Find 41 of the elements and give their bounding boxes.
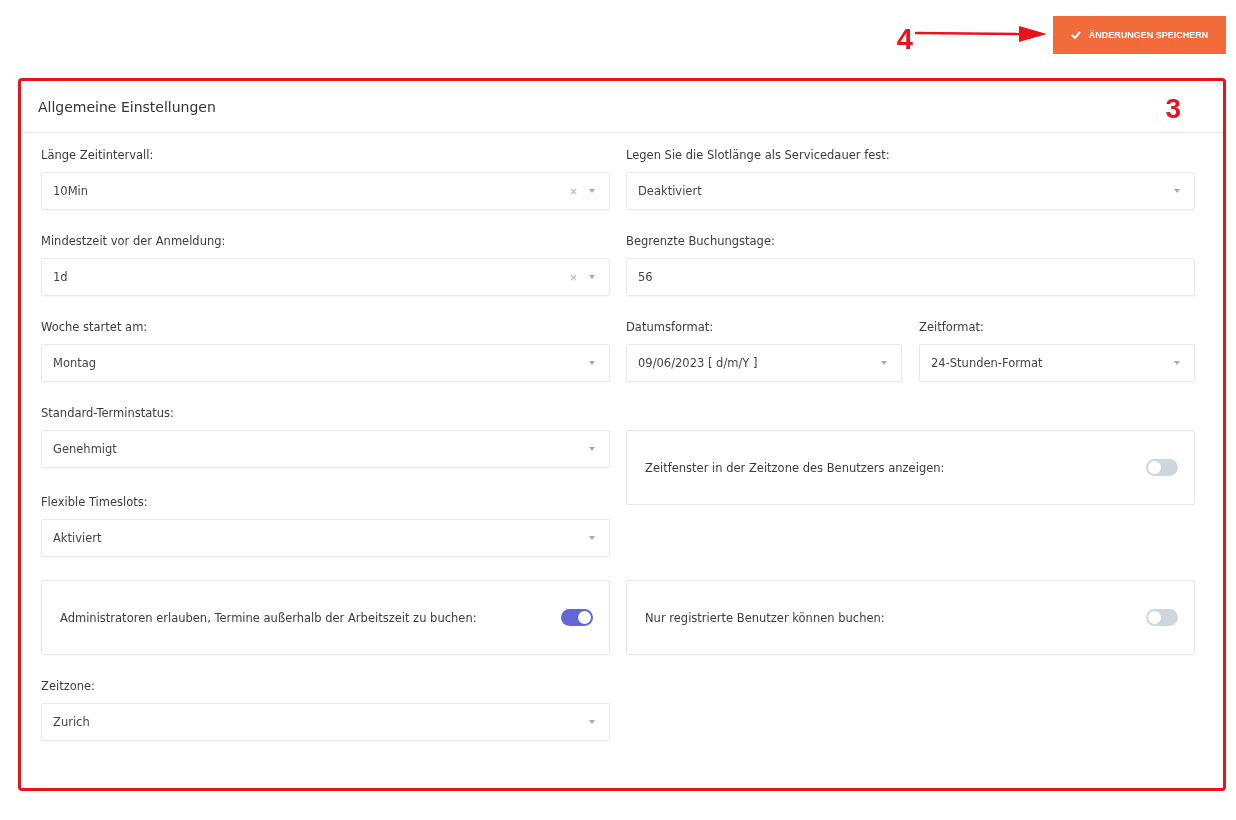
annotation-number: 3 bbox=[1165, 92, 1181, 125]
field-label: Legen Sie die Slotlänge als Servicedauer fest: bbox=[626, 147, 891, 163]
caret-icon bbox=[1174, 189, 1180, 193]
select-field[interactable]: Zurich bbox=[41, 703, 610, 741]
card-title: Allgemeine Einstellungen bbox=[38, 98, 216, 115]
annotation-number: 4 bbox=[896, 22, 913, 56]
setting-label: Zeitfenster in der Zeitzone des Benutzers anzeigen: bbox=[645, 460, 945, 475]
caret-icon bbox=[589, 275, 595, 279]
caret-icon bbox=[589, 720, 595, 724]
toggle-switch[interactable] bbox=[561, 609, 593, 626]
select-field[interactable]: Genehmigt bbox=[41, 430, 610, 468]
select-field[interactable]: 1d bbox=[41, 258, 610, 296]
caret-icon bbox=[881, 361, 887, 365]
field-label: Woche startet am: bbox=[41, 319, 149, 335]
select-field[interactable]: 09/06/2023 [ d/m/Y ] bbox=[626, 344, 902, 382]
select-field[interactable]: Deaktiviert bbox=[626, 172, 1195, 210]
select-field[interactable]: 10Min bbox=[41, 172, 610, 210]
field-label: Begrenzte Buchungstage: bbox=[626, 233, 776, 249]
toggle-switch[interactable] bbox=[1146, 459, 1178, 476]
field-label: Datumsformat: bbox=[626, 319, 715, 335]
caret-icon bbox=[589, 189, 595, 193]
clear-icon[interactable] bbox=[570, 187, 577, 195]
field-label: Standard-Terminstatus: bbox=[41, 405, 175, 421]
field-label: Flexible Timeslots: bbox=[41, 494, 149, 510]
caret-icon bbox=[589, 447, 595, 451]
field-label: Mindestzeit vor der Anmeldung: bbox=[41, 233, 227, 249]
check-icon bbox=[1070, 30, 1081, 39]
select-field[interactable]: 24-Stunden-Format bbox=[919, 344, 1195, 382]
toggle-switch[interactable] bbox=[1146, 609, 1178, 626]
setting-label: Nur registrierte Benutzer können buchen: bbox=[645, 610, 885, 625]
caret-icon bbox=[589, 361, 595, 365]
caret-icon bbox=[589, 536, 595, 540]
caret-icon bbox=[1174, 361, 1180, 365]
select-field[interactable]: Montag bbox=[41, 344, 610, 382]
input-field[interactable]: 56 bbox=[626, 258, 1195, 296]
clear-icon[interactable] bbox=[570, 273, 577, 281]
select-field[interactable]: Aktiviert bbox=[41, 519, 610, 557]
setting-label: Administratoren erlauben, Termine außerhalb der Arbeitszeit zu buchen: bbox=[60, 610, 477, 625]
field-label: Zeitzone: bbox=[41, 678, 96, 694]
field-label: Länge Zeitintervall: bbox=[41, 147, 155, 163]
field-label: Zeitformat: bbox=[919, 319, 985, 335]
